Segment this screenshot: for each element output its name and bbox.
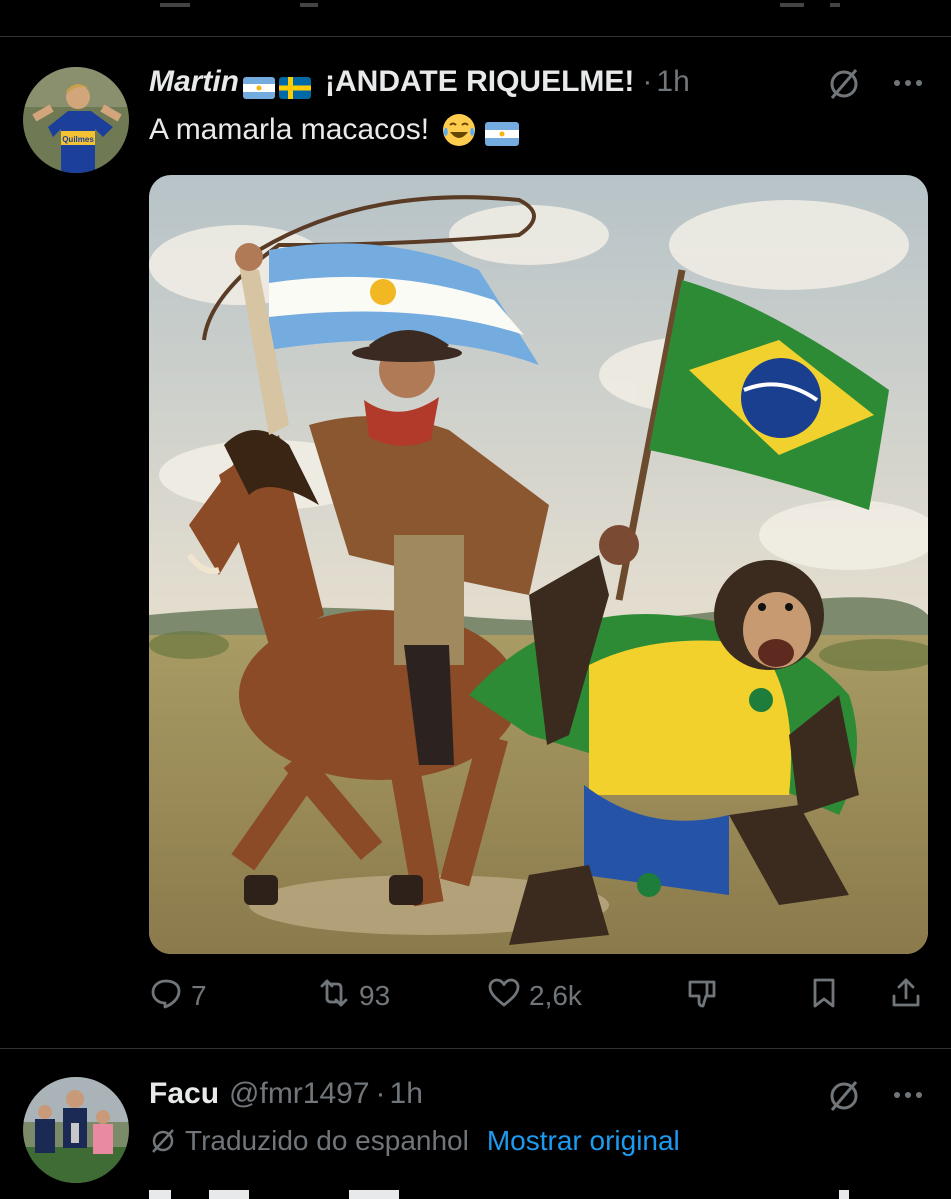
grok-slash-icon[interactable]: [826, 1078, 862, 1114]
translated-label: Traduzido do espanhol: [185, 1125, 469, 1156]
thumbs-down-icon: [685, 976, 719, 1017]
repost-button[interactable]: 93: [317, 972, 390, 1020]
like-count: 2,6k: [529, 980, 582, 1011]
header-separator: ·: [375, 1077, 386, 1110]
tweet-actions: 7 93 2,6k: [149, 972, 931, 1020]
tweet-time[interactable]: 1h: [656, 64, 689, 100]
heart-icon: [487, 976, 521, 1017]
dislike-button[interactable]: [685, 972, 719, 1020]
laughing-tears-emoji-icon: [441, 112, 477, 148]
more-options-icon[interactable]: [891, 73, 927, 93]
reply-count: 7: [191, 980, 207, 1011]
tweet-header: Martin ¡ANDATE RIQUELME! · 1h: [149, 64, 690, 100]
translate-slash-icon: [149, 1127, 177, 1155]
author-name[interactable]: Martin: [149, 64, 239, 100]
grok-slash-icon[interactable]: [826, 66, 862, 102]
repost-count: 93: [359, 980, 391, 1011]
more-options-icon[interactable]: [891, 1085, 927, 1105]
avatar-facu[interactable]: [23, 1077, 129, 1183]
translation-notice: Traduzido do espanhol Mostrar original: [149, 1125, 680, 1157]
tweet-header: Facu @fmr1497 · 1h: [149, 1076, 423, 1112]
repost-icon: [317, 976, 351, 1017]
argentina-flag-emoji-icon: [485, 118, 520, 146]
header-separator: ·: [642, 65, 653, 98]
argentina-flag-icon: [243, 72, 275, 99]
show-original-link[interactable]: Mostrar original: [487, 1125, 680, 1157]
author-handle[interactable]: @fmr1497: [229, 1076, 370, 1112]
tweet-image[interactable]: [149, 175, 928, 954]
tweet-text-content: A mamarla macacos!: [149, 113, 430, 146]
tweet-martin[interactable]: Quilmes Martin ¡ANDATE RIQUELME! · 1h A …: [0, 0, 951, 1048]
reply-button[interactable]: 7: [149, 972, 207, 1020]
reply-icon: [149, 976, 183, 1017]
author-display-suffix[interactable]: ¡ANDATE RIQUELME!: [325, 64, 634, 100]
bookmark-icon: [807, 976, 841, 1017]
sweden-flag-icon: [279, 72, 311, 99]
tweet-facu[interactable]: Facu @fmr1497 · 1h Traduzido do espanhol…: [0, 1049, 951, 1199]
share-icon: [889, 976, 923, 1017]
tweet-text-clipped: [149, 1176, 849, 1199]
avatar-martin[interactable]: Quilmes: [23, 67, 129, 173]
tweet-time[interactable]: 1h: [390, 1076, 423, 1112]
svg-text:Quilmes: Quilmes: [62, 135, 94, 144]
like-button[interactable]: 2,6k: [487, 972, 582, 1020]
tweet-text: A mamarla macacos!: [149, 111, 520, 149]
share-button[interactable]: [889, 972, 923, 1020]
author-name[interactable]: Facu: [149, 1076, 219, 1112]
bookmark-button[interactable]: [807, 972, 841, 1020]
